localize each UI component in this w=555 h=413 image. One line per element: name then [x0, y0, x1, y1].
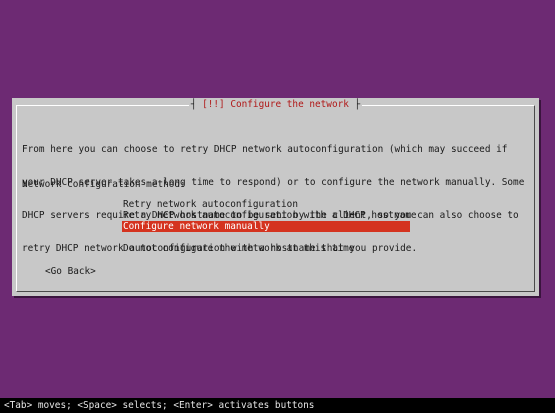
- dialog-title-text: Configure the network: [230, 99, 349, 110]
- option-retry-with-dhcp-hostname[interactable]: Retry network autoconfiguration with a D…: [122, 210, 417, 221]
- dialog-title-priority: [!!]: [202, 99, 225, 110]
- installer-screen: ┤ [!!] Configure the network ├ From here…: [0, 0, 555, 413]
- option-retry-autoconfiguration[interactable]: Retry network autoconfiguration: [122, 199, 410, 210]
- go-back-button[interactable]: <Go Back>: [45, 266, 96, 277]
- status-bar: <Tab> moves; <Space> selects; <Enter> ac…: [0, 398, 555, 413]
- configure-network-dialog: ┤ [!!] Configure the network ├ From here…: [12, 98, 539, 296]
- option-do-not-configure[interactable]: Do not configure the network at this tim…: [122, 243, 410, 254]
- dialog-title-bar: ┤ [!!] Configure the network ├: [12, 99, 539, 111]
- method-options-list: Retry network autoconfiguration Retry ne…: [122, 199, 417, 254]
- dialog-title: ┤ [!!] Configure the network ├: [188, 99, 363, 110]
- method-label: Network configuration method:: [22, 179, 186, 190]
- option-configure-manually[interactable]: Configure network manually: [122, 221, 410, 232]
- description-line: From here you can choose to retry DHCP n…: [22, 144, 508, 155]
